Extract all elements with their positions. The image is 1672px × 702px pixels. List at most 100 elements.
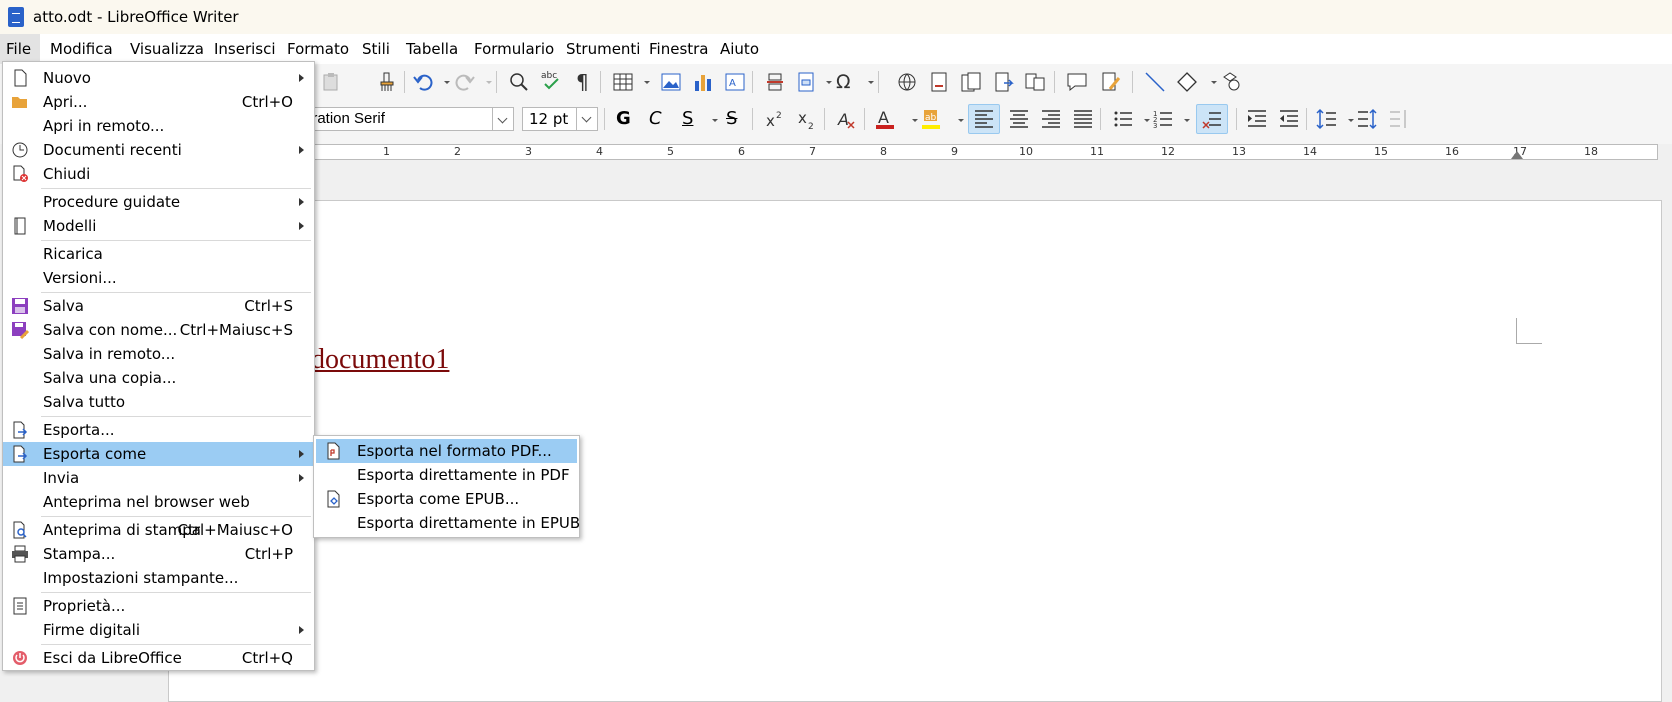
formatting-marks-icon[interactable]: ¶ [572,70,594,94]
menu-item-impostazioni-stampante[interactable]: Impostazioni stampante... [3,566,314,590]
superscript-icon[interactable]: x2 [764,108,786,130]
right-indent-marker[interactable] [1511,151,1523,159]
menu-item-salva-con-nome[interactable]: Salva con nome... Ctrl+Maiusc+S [3,318,314,342]
menu-item-esporta[interactable]: Esporta... [3,418,314,442]
bookmark-icon[interactable] [992,71,1014,93]
menu-strumenti[interactable]: Strumenti [566,40,640,58]
bold-button[interactable]: G [616,108,631,129]
underline-button[interactable]: S [682,108,693,129]
underline-dropdown-icon[interactable] [704,109,718,131]
comment-icon[interactable] [1066,71,1088,93]
horizontal-ruler[interactable]: 1 2 3 4 5 6 7 8 9 10 11 12 13 14 15 16 1… [306,144,1658,160]
font-color-icon[interactable]: A [874,108,896,130]
font-size-dropdown-icon[interactable] [576,107,599,131]
decrease-indent-icon[interactable] [1278,108,1300,130]
find-replace-icon[interactable] [508,71,530,93]
menu-aiuto[interactable]: Aiuto [720,40,759,58]
submenu-item-export-pdf-direct[interactable]: Esporta direttamente in PDF [316,463,577,487]
line-spacing-dropdown-icon[interactable] [1340,109,1354,131]
special-character-icon[interactable]: Ω [834,70,856,93]
endnote-icon[interactable] [960,71,982,93]
align-center-icon[interactable] [1008,108,1030,130]
numbered-list-icon[interactable]: 123 [1152,108,1174,130]
menu-item-salva-tutto[interactable]: Salva tutto [3,390,314,414]
undo-icon[interactable] [412,71,434,93]
menu-visualizza[interactable]: Visualizza [130,40,204,58]
menu-item-documenti-recenti[interactable]: Documenti recenti [3,138,314,162]
insert-chart-icon[interactable] [692,71,714,93]
menu-item-invia[interactable]: Invia [3,466,314,490]
basic-shapes-icon[interactable] [1176,71,1198,93]
menu-finestra[interactable]: Finestra [649,40,709,58]
menu-item-salva[interactable]: Salva Ctrl+S [3,294,314,318]
menu-stili[interactable]: Stili [362,40,390,58]
increase-indent-icon[interactable] [1246,108,1268,130]
font-name-combobox[interactable]: eration Serif [297,107,514,131]
spelling-icon[interactable]: abc [540,69,562,91]
menu-item-esporta-come[interactable]: Esporta come [3,442,314,466]
submenu-item-export-pdf[interactable]: Esporta nel formato PDF... [316,439,577,463]
draw-functions-icon[interactable] [1220,71,1242,93]
insert-textbox-icon[interactable]: A [724,71,746,93]
menu-item-nuovo[interactable]: Nuovo [3,66,314,90]
menu-item-chiudi[interactable]: Chiudi [3,162,314,186]
numbered-list-dropdown-icon[interactable] [1176,109,1190,131]
insert-image-icon[interactable] [660,71,682,93]
undo-dropdown-icon[interactable] [436,71,450,93]
clone-formatting-icon[interactable] [376,71,398,93]
menu-item-proprieta[interactable]: Proprietà... [3,594,314,618]
menu-formulario[interactable]: Formulario [474,40,554,58]
insert-field-icon[interactable] [796,71,818,93]
menu-inserisci[interactable]: Inserisci [214,40,276,58]
menu-formato[interactable]: Formato [287,40,349,58]
menu-item-anteprima-di-stampa[interactable]: Anteprima di stampa Ctrl+Maiusc+O [3,518,314,542]
font-name-dropdown-icon[interactable] [492,107,514,131]
menu-item-anteprima-browser[interactable]: Anteprima nel browser web [3,490,314,514]
redo-icon[interactable] [454,71,476,93]
strikethrough-button[interactable]: S [726,108,737,129]
subscript-icon[interactable]: x2 [796,108,818,132]
redo-dropdown-icon[interactable] [478,71,492,93]
menu-item-salva-una-copia[interactable]: Salva una copia... [3,366,314,390]
menu-item-salva-in-remoto[interactable]: Salva in remoto... [3,342,314,366]
menu-item-ricarica[interactable]: Ricarica [3,242,314,266]
field-dropdown-icon[interactable] [818,71,832,93]
paragraph-spacing-icon[interactable] [1356,108,1378,130]
document-text[interactable]: documento1 [311,344,449,376]
footnote-icon[interactable] [928,71,950,93]
highlight-dropdown-icon[interactable] [950,109,964,131]
font-color-dropdown-icon[interactable] [904,109,918,131]
menu-tabella[interactable]: Tabella [406,40,458,58]
align-right-icon[interactable] [1040,108,1062,130]
track-changes-icon[interactable] [1100,71,1122,93]
bullet-list-dropdown-icon[interactable] [1136,109,1150,131]
paste-icon[interactable] [320,71,342,93]
menu-item-apri[interactable]: Apri... Ctrl+O [3,90,314,114]
hyperlink-icon[interactable] [896,71,918,93]
cross-reference-icon[interactable] [1024,71,1046,93]
menu-item-modelli[interactable]: Modelli [3,214,314,238]
menu-item-esci[interactable]: Esci da LibreOffice Ctrl+Q [3,646,314,670]
menu-item-stampa[interactable]: Stampa... Ctrl+P [3,542,314,566]
justify-icon[interactable] [1072,108,1094,130]
bullet-list-icon[interactable] [1112,108,1134,130]
menu-modifica[interactable]: Modifica [50,40,113,58]
table-dropdown-icon[interactable] [636,71,650,93]
italic-button[interactable]: C [649,108,662,129]
submenu-item-export-epub[interactable]: Esporta come EPUB... [316,487,577,511]
decrease-paragraph-spacing-icon[interactable] [1388,108,1410,130]
insert-line-icon[interactable] [1144,71,1166,93]
highlight-color-icon[interactable]: ab [920,108,942,130]
line-spacing-icon[interactable] [1316,108,1338,130]
submenu-item-export-epub-direct[interactable]: Esporta direttamente in EPUB [316,511,580,535]
insert-table-icon[interactable] [612,71,634,93]
menu-item-apri-in-remoto[interactable]: Apri in remoto... [3,114,314,138]
shapes-dropdown-icon[interactable] [1203,71,1217,93]
menu-file[interactable]: File [6,40,31,58]
clear-formatting-icon[interactable]: A [836,108,858,130]
menu-item-procedure-guidate[interactable]: Procedure guidate [3,190,314,214]
menu-item-versioni[interactable]: Versioni... [3,266,314,290]
page-break-icon[interactable] [764,71,786,93]
special-character-dropdown-icon[interactable] [860,71,874,93]
menu-item-firme-digitali[interactable]: Firme digitali [3,618,314,642]
